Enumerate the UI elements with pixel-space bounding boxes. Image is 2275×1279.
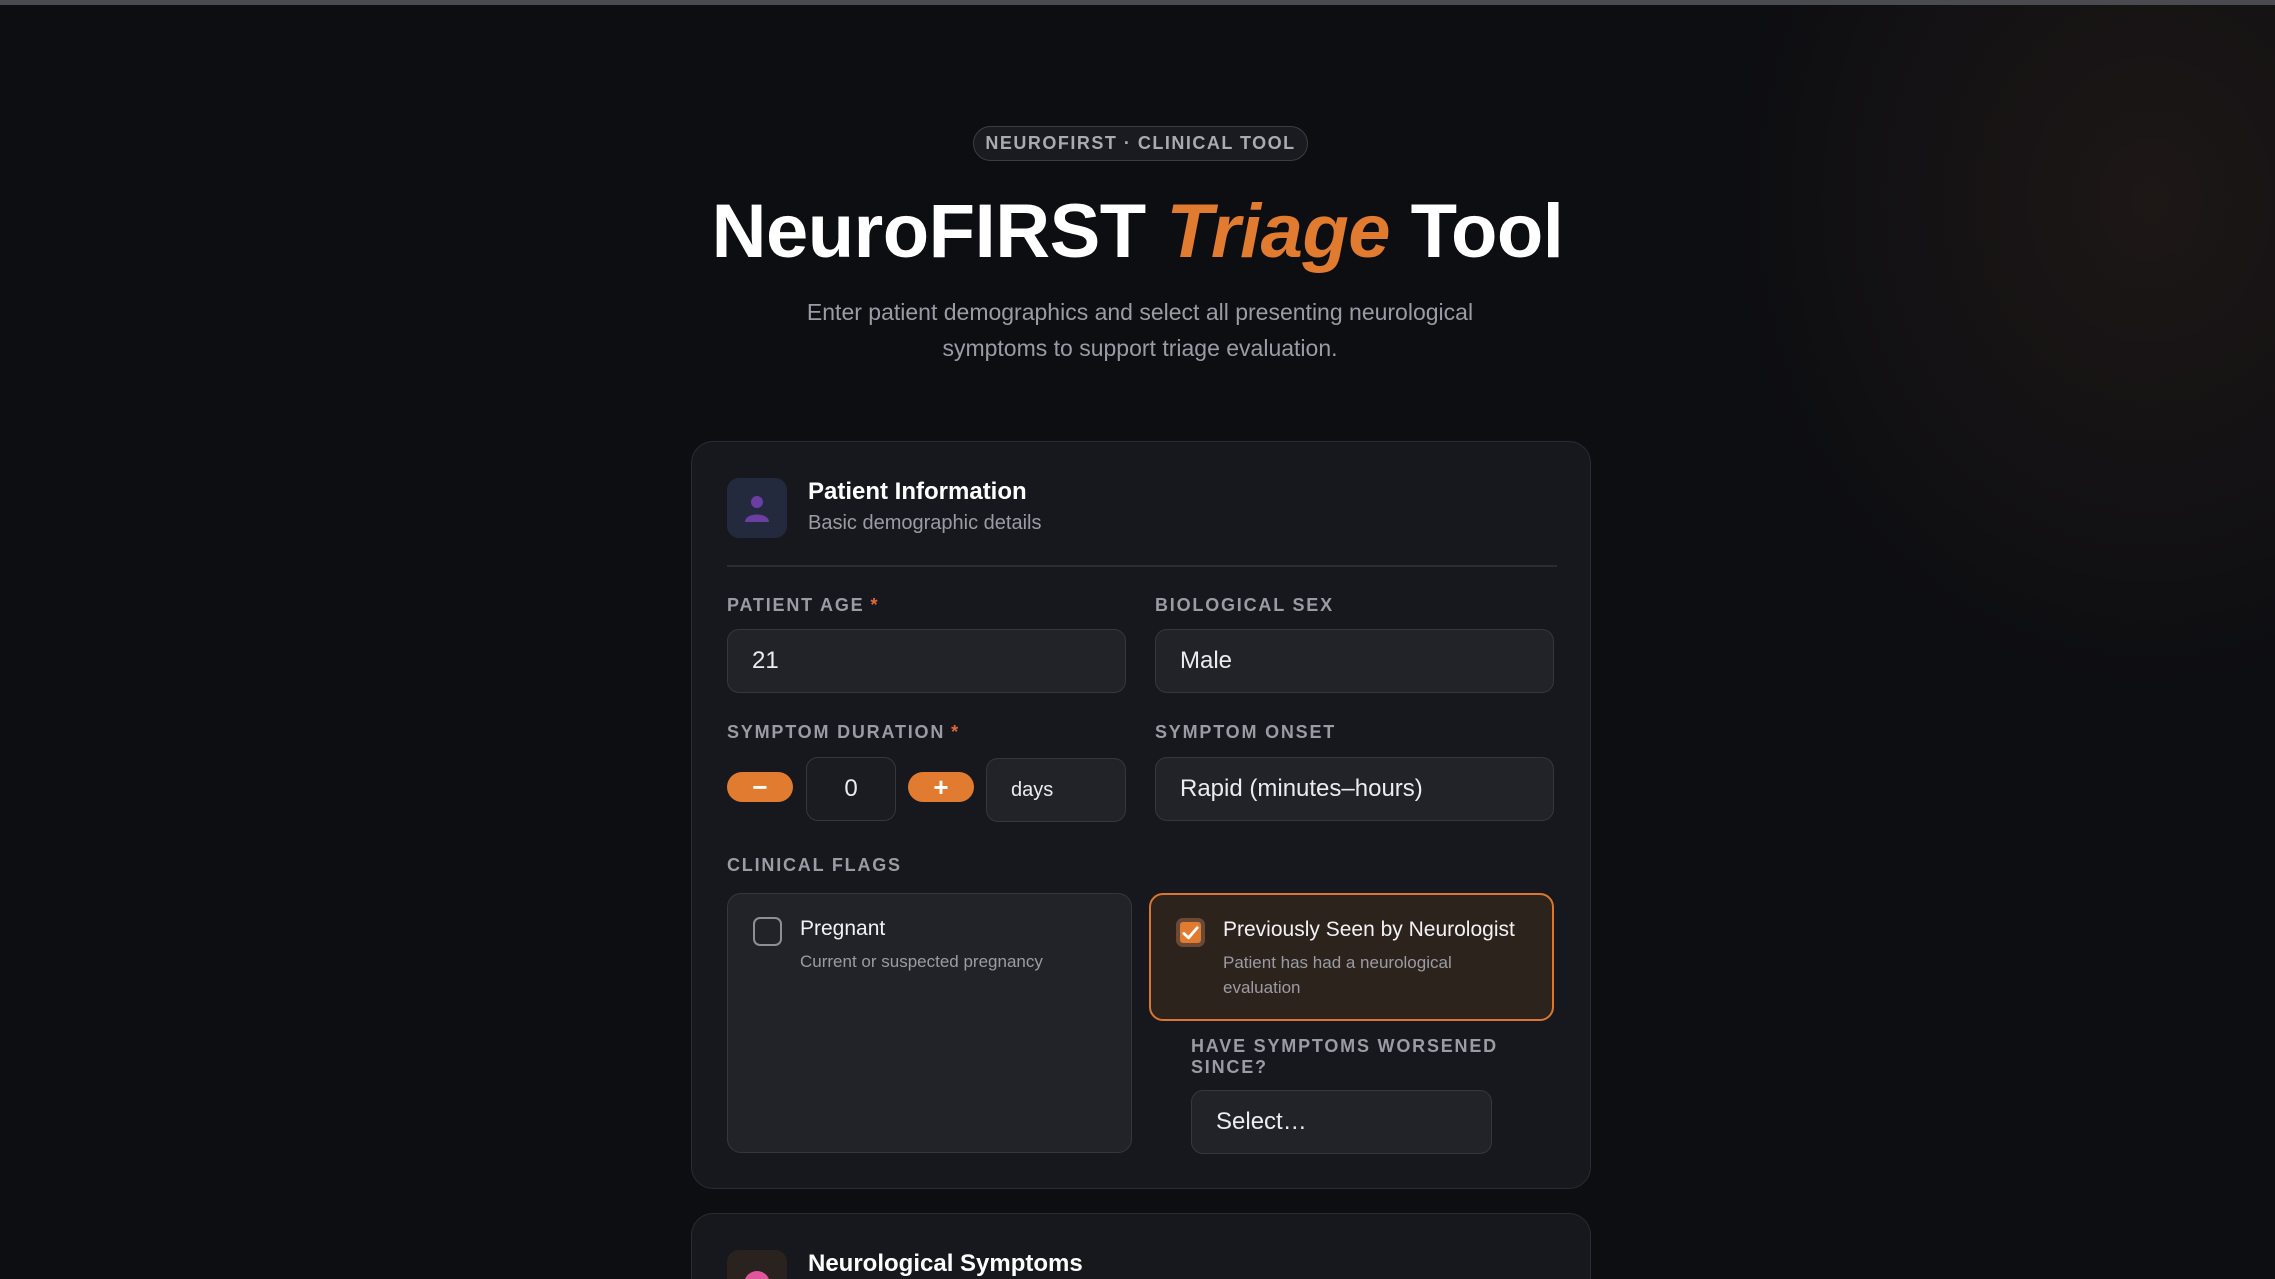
eyebrow-badge: NEUROFIRST · CLINICAL TOOL — [973, 126, 1308, 161]
brain-icon — [727, 1250, 787, 1279]
patient-information-card: Patient Information Basic demographic de… — [691, 441, 1591, 1189]
flag-title: Previously Seen by Neurologist — [1223, 918, 1515, 941]
title-accent: Triage — [1166, 189, 1391, 274]
section-subtitle: Basic demographic details — [808, 512, 1042, 534]
page-subtitle: Enter patient demographics and select al… — [806, 299, 1474, 361]
duration-label: SYMPTOM DURATION * — [727, 722, 960, 742]
section-divider — [727, 565, 1557, 567]
section-title: Patient Information — [808, 478, 1027, 505]
checkmark-icon — [1182, 925, 1199, 939]
duration-decrement-button[interactable]: − — [727, 772, 793, 802]
section-title: Neurological Symptoms — [808, 1250, 1083, 1277]
previously-seen-checkbox[interactable] — [1176, 918, 1205, 947]
clinical-flags-label: CLINICAL FLAGS — [727, 855, 902, 875]
flag-pregnant[interactable]: Pregnant Current or suspected pregnancy — [727, 893, 1132, 1153]
page-title: NeuroFIRST Triage Tool — [0, 188, 2275, 275]
age-input[interactable]: 21 — [727, 629, 1126, 693]
duration-unit-select[interactable]: days — [986, 758, 1126, 822]
required-mark: * — [870, 595, 880, 615]
title-part1: NeuroFIRST — [711, 189, 1147, 274]
person-icon — [727, 478, 787, 538]
flag-description: Current or suspected pregnancy — [800, 952, 1043, 971]
flag-previously-seen[interactable]: Previously Seen by Neurologist Patient h… — [1149, 893, 1554, 1021]
sex-label: BIOLOGICAL SEX — [1155, 595, 1334, 615]
worsened-select[interactable]: Select… — [1191, 1090, 1492, 1154]
flag-title: Pregnant — [800, 917, 886, 940]
onset-select[interactable]: Rapid (minutes–hours) — [1155, 757, 1554, 821]
neurological-symptoms-card: Neurological Symptoms — [691, 1213, 1591, 1279]
duration-increment-button[interactable]: + — [908, 772, 974, 802]
top-border — [0, 0, 2275, 5]
onset-label: SYMPTOM ONSET — [1155, 722, 1337, 742]
worsened-label: HAVE SYMPTOMS WORSENED SINCE? — [1191, 1036, 1498, 1077]
title-part2: Tool — [1410, 189, 1564, 274]
pregnant-checkbox[interactable] — [753, 917, 782, 946]
sex-select[interactable]: Male — [1155, 629, 1554, 693]
flag-description: Patient has had a neurological evaluatio… — [1223, 953, 1452, 997]
required-mark: * — [951, 722, 960, 742]
age-label: PATIENT AGE * — [727, 595, 880, 615]
duration-value-input[interactable]: 0 — [806, 757, 896, 821]
